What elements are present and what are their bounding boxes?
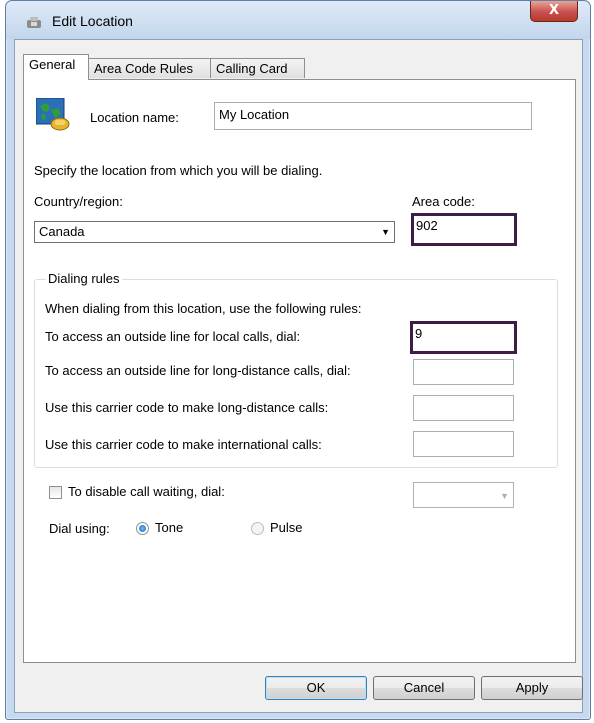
tab-area-code-rules[interactable]: Area Code Rules — [88, 58, 211, 78]
carrier-long-distance-label: Use this carrier code to make long-dista… — [45, 400, 329, 415]
carrier-international-label: Use this carrier code to make internatio… — [45, 437, 322, 452]
apply-button[interactable]: Apply — [481, 676, 583, 700]
tone-radio[interactable] — [136, 522, 149, 535]
close-button[interactable]: X — [530, 1, 578, 22]
ok-button[interactable]: OK — [265, 676, 367, 700]
country-region-label: Country/region: — [34, 194, 123, 209]
location-name-input[interactable]: My Location — [214, 102, 532, 130]
chevron-down-icon: ▼ — [381, 227, 390, 237]
location-phone-icon — [36, 98, 70, 131]
call-waiting-checkbox[interactable] — [49, 486, 62, 499]
pulse-label: Pulse — [270, 520, 303, 535]
country-region-dropdown[interactable]: Canada ▼ — [34, 221, 395, 243]
carrier-long-distance-input[interactable] — [413, 395, 514, 421]
area-code-input[interactable]: 902 — [411, 213, 517, 246]
dialog-client-area: General Area Code Rules Calling Card Loc… — [14, 39, 583, 713]
local-calls-input[interactable]: 9 — [410, 321, 517, 354]
general-tab-panel: Location name: My Location Specify the l… — [23, 79, 576, 663]
specify-location-text: Specify the location from which you will… — [34, 163, 323, 178]
tab-general[interactable]: General — [23, 54, 89, 80]
long-distance-label: To access an outside line for long-dista… — [45, 363, 351, 378]
chevron-down-icon: ▼ — [500, 491, 509, 501]
location-name-label: Location name: — [90, 110, 179, 125]
local-calls-label: To access an outside line for local call… — [45, 329, 301, 344]
tab-calling-card[interactable]: Calling Card — [210, 58, 305, 78]
phone-title-icon — [27, 17, 41, 28]
cancel-button[interactable]: Cancel — [373, 676, 475, 700]
dial-using-label: Dial using: — [49, 521, 110, 536]
country-region-value: Canada — [39, 224, 85, 239]
call-waiting-label: To disable call waiting, dial: — [68, 484, 225, 499]
pulse-radio[interactable] — [251, 522, 264, 535]
title-bar[interactable]: Edit Location X — [6, 1, 590, 39]
edit-location-window: Edit Location X General Area Code Rules … — [5, 0, 591, 720]
long-distance-input[interactable] — [413, 359, 514, 385]
area-code-label: Area code: — [412, 194, 475, 209]
dialing-rules-title: Dialing rules — [46, 271, 122, 286]
dialing-rules-intro: When dialing from this location, use the… — [45, 301, 362, 316]
call-waiting-dropdown[interactable]: ▼ — [413, 482, 514, 508]
window-title: Edit Location — [52, 13, 133, 29]
tone-label: Tone — [155, 520, 184, 535]
carrier-international-input[interactable] — [413, 431, 514, 457]
